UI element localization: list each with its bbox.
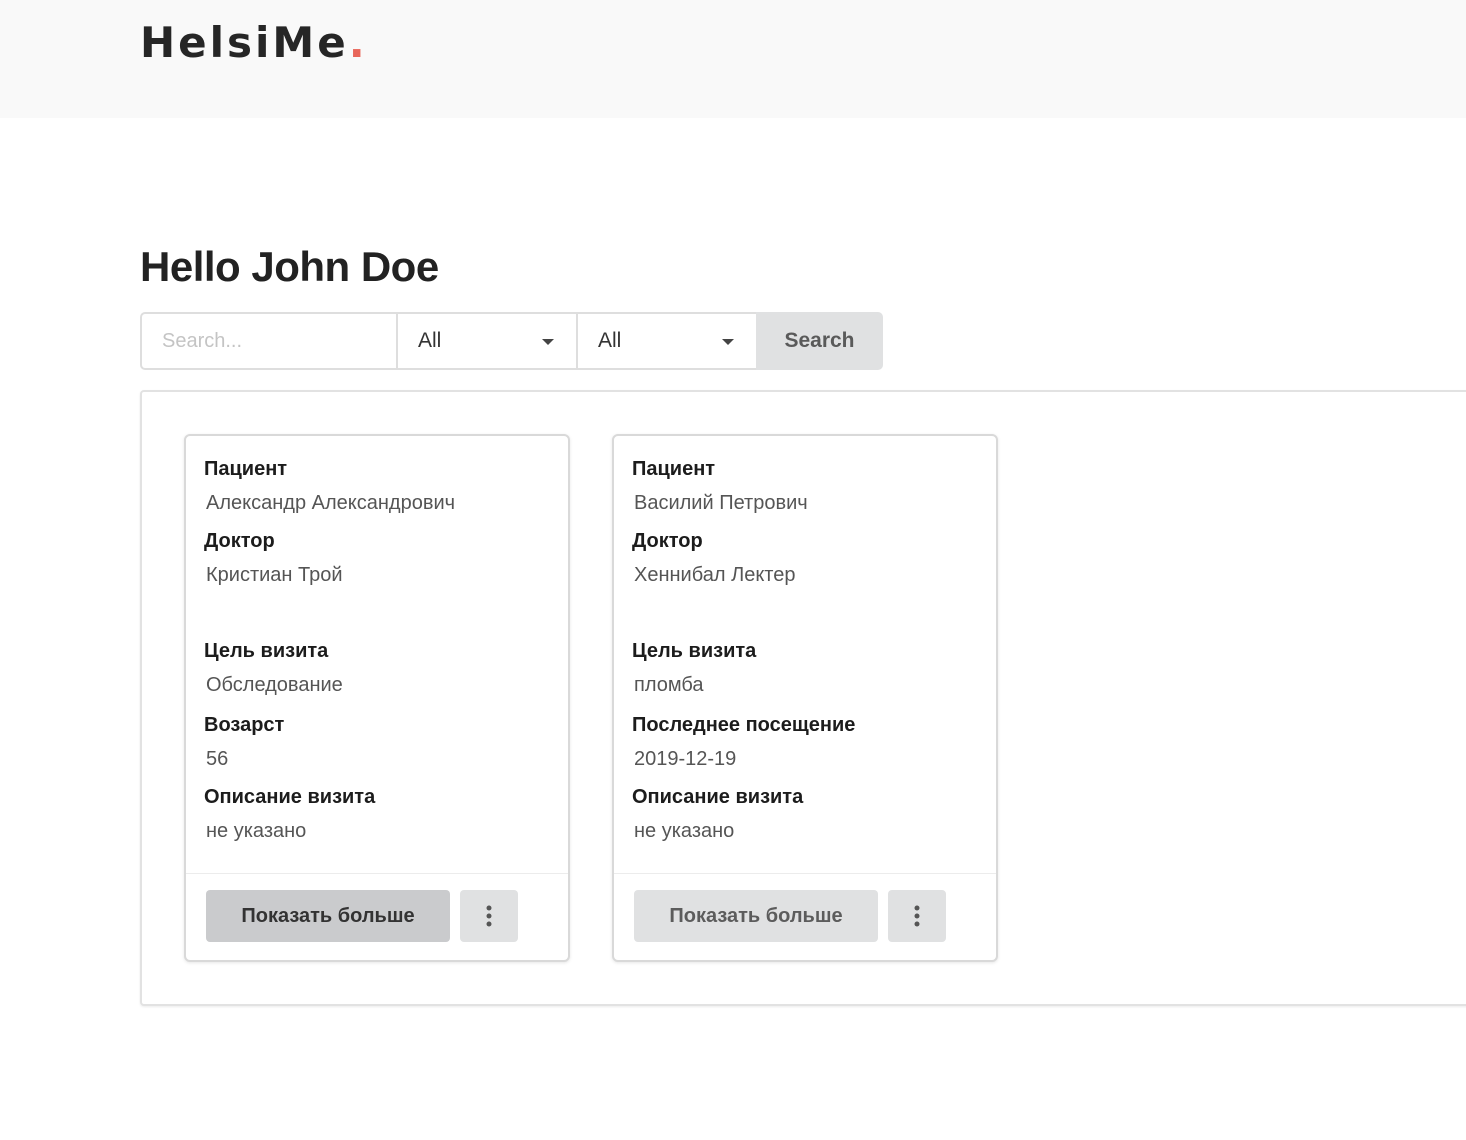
visit-description-label: Описание визита [204,786,376,808]
age-value: 56 [206,748,229,770]
last-visit-label: Последнее посещение [632,714,856,736]
patient-label: Пациент [204,458,288,480]
doctor-label: Доктор [632,530,703,552]
doctor-value: Хеннибал Лектер [634,564,796,586]
appointment-card: Пациент Александр Александрович Доктор К… [184,434,570,962]
doctor-value: Кристиан Трой [206,564,343,586]
chevron-down-icon [542,339,554,345]
show-more-button[interactable]: Показать больше [206,890,450,942]
visit-purpose-label: Цель визита [204,640,329,662]
card-menu-button[interactable] [460,890,518,942]
last-visit-value: 2019-12-19 [634,748,737,770]
patient-label: Пациент [632,458,716,480]
visit-description-value: не указано [206,820,307,842]
visit-purpose-value: Обследование [206,674,343,696]
search-input[interactable] [140,312,396,370]
kebab-menu-icon [486,905,492,927]
doctor-label: Доктор [204,530,275,552]
show-more-button[interactable]: Показать больше [634,890,878,942]
logo-text: HelsiMe [140,18,349,67]
search-button[interactable]: Search [756,312,883,370]
filter-dropdown-2[interactable]: All [576,312,756,370]
filter-dropdown-1-value: All [418,329,442,352]
logo-dot: . [348,18,368,67]
search-bar: All All Search [140,312,883,370]
visit-description-value: не указано [634,820,735,842]
visit-description-label: Описание визита [632,786,804,808]
top-header: HelsiMe. [0,0,1466,118]
filter-dropdown-1[interactable]: All [396,312,576,370]
chevron-down-icon [722,339,734,345]
card-menu-button[interactable] [888,890,946,942]
patient-value: Василий Петрович [634,492,808,514]
patient-value: Александр Александрович [206,492,456,514]
card-footer: Показать больше [186,873,568,960]
visit-purpose-value: пломба [634,674,704,696]
filter-dropdown-2-value: All [598,329,622,352]
visit-purpose-label: Цель визита [632,640,757,662]
kebab-menu-icon [914,905,920,927]
appointment-card: Пациент Василий Петрович Доктор Хеннибал… [612,434,998,962]
card-footer: Показать больше [614,873,996,960]
page-title: Hello John Doe [140,243,439,290]
age-label: Возарст [204,714,285,736]
logo[interactable]: HelsiMe. [140,18,368,68]
